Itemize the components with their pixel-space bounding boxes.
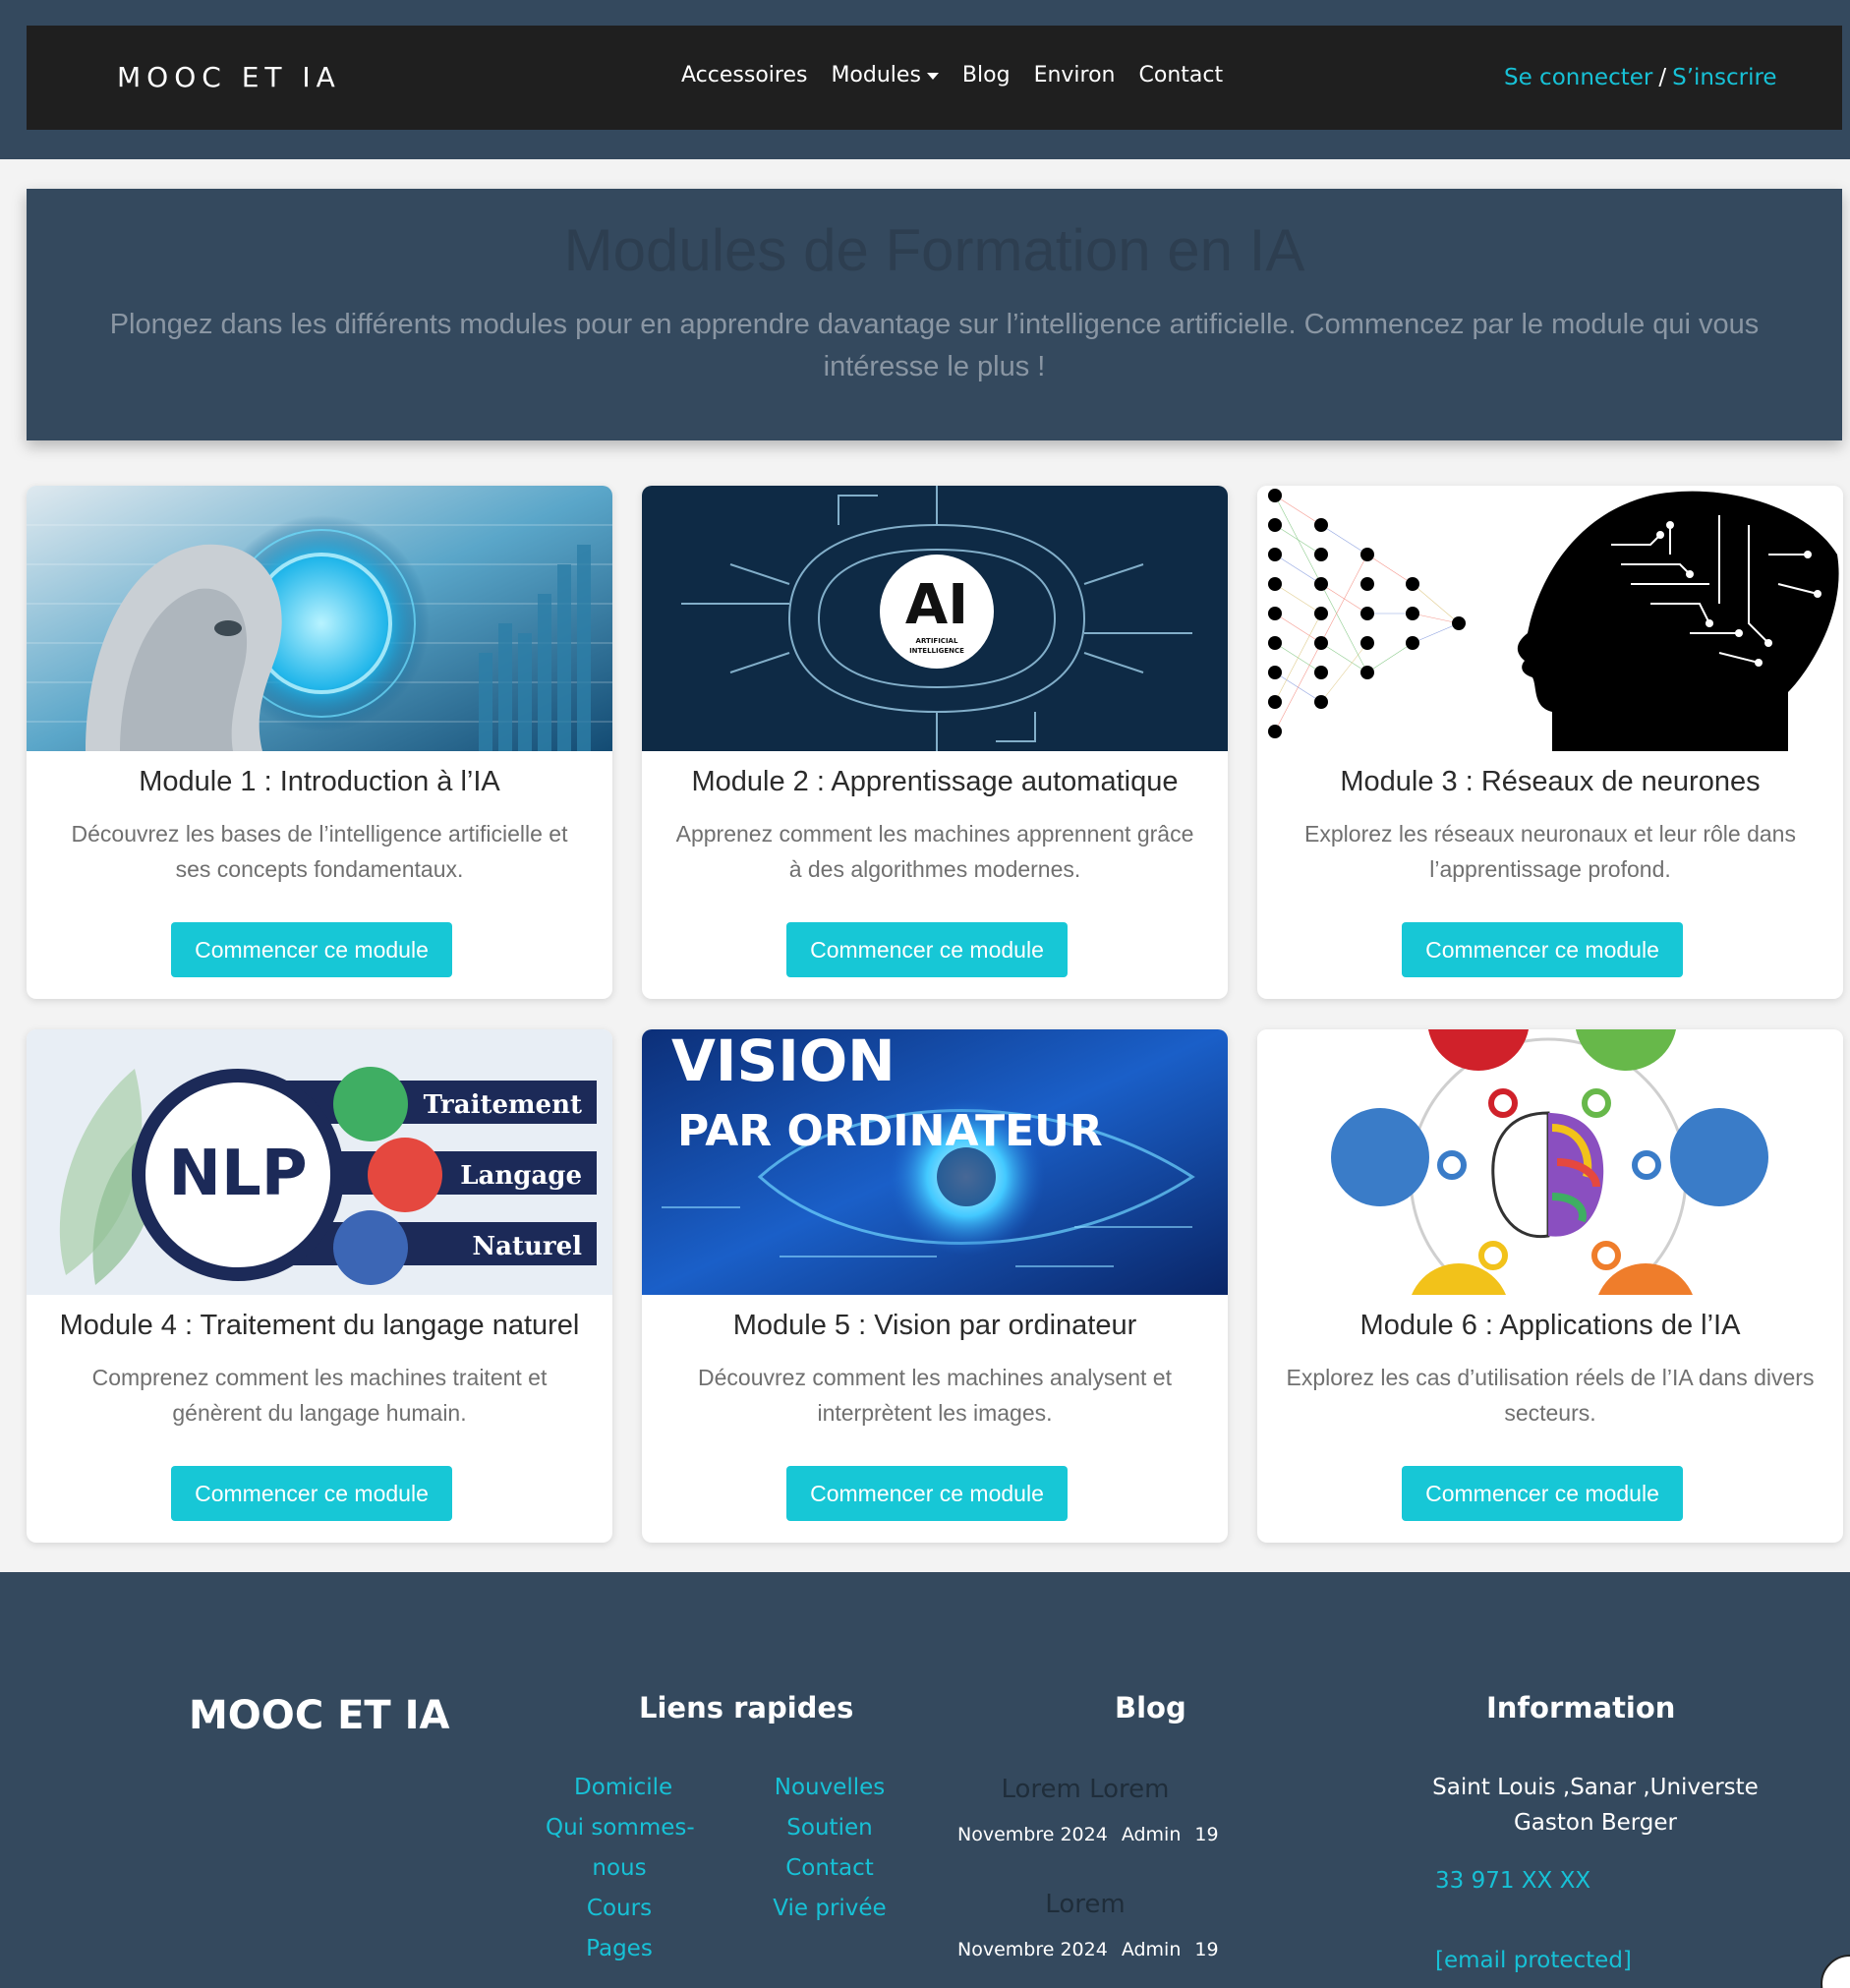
navbar: MOOC ET IA Accessoires Modules Blog Envi… (27, 26, 1842, 130)
module-1-title: Module 1 : Introduction à l’IA (139, 766, 500, 797)
footer-link-nouvelles[interactable]: Nouvelles (761, 1775, 898, 1800)
module-card-1: Module 1 : Introduction à l’IA Découvrez… (27, 486, 612, 999)
blog-post-1-author: Admin (1121, 1824, 1182, 1845)
module-2-description: Apprenez comment les machines apprennent… (675, 821, 1194, 882)
footer-quick-links-heading: Liens rapides (639, 1691, 854, 1725)
hero-banner: Modules de Formation en IA Plongez dans … (27, 189, 1842, 440)
footer-blog-heading: Blog (1115, 1691, 1186, 1725)
nav-link-blog[interactable]: Blog (962, 63, 1011, 88)
footer-link-qui-sommes-nous-cont[interactable]: nous (546, 1855, 693, 1881)
blog-post-1-count: 19 (1194, 1824, 1219, 1845)
nav-link-environ[interactable]: Environ (1034, 63, 1116, 88)
nav-link-contact[interactable]: Contact (1139, 63, 1224, 88)
page-subtitle: Plongez dans les différents modules pour… (109, 309, 1760, 382)
footer-blog-post-2-title[interactable]: Lorem (957, 1890, 1213, 1919)
module-6-image (1257, 1029, 1843, 1295)
module-card-6: Module 6 : Applications de l’IA Explorez… (1257, 1029, 1843, 1543)
blog-post-1-date: Novembre 2024 (957, 1824, 1108, 1845)
footer-link-domicile[interactable]: Domicile (574, 1775, 672, 1800)
footer-brand: MOOC ET IA (189, 1693, 450, 1738)
blog-post-2-author: Admin (1121, 1939, 1182, 1960)
footer-phone[interactable]: 33 971 XX XX (1435, 1868, 1590, 1894)
module-6-description: Explorez les cas d’utilisation réels de … (1286, 1365, 1815, 1426)
start-module-5-button[interactable]: Commencer ce module (786, 1466, 1068, 1521)
module-5-image-line1: VISION (671, 1029, 896, 1094)
nav-links: Accessoires Modules Blog Environ Contact (681, 63, 1246, 88)
module-2-image-sub2: INTELLIGENCE (909, 647, 964, 655)
start-module-1-button[interactable]: Commencer ce module (171, 922, 452, 977)
module-card-2: AI ARTIFICIAL INTELLIGENCE Module 2 : Ap… (642, 486, 1228, 999)
start-module-6-button[interactable]: Commencer ce module (1402, 1466, 1683, 1521)
footer-link-qui-sommes-nous[interactable]: Qui sommes- (546, 1815, 695, 1841)
login-link[interactable]: Se connecter (1504, 65, 1652, 90)
start-module-4-button[interactable]: Commencer ce module (171, 1466, 452, 1521)
module-3-image (1257, 486, 1843, 751)
page-title: Modules de Formation en IA (563, 217, 1305, 283)
footer-blog-post-1-meta: Novembre 2024 Admin 19 (957, 1824, 1233, 1845)
auth-links: Se connecter / S’inscrire (1504, 65, 1777, 90)
module-4-image-row3: Naturel (472, 1232, 582, 1261)
module-5-title: Module 5 : Vision par ordinateur (732, 1310, 1137, 1341)
blog-post-2-date: Novembre 2024 (957, 1939, 1108, 1960)
module-4-image-main: NLP (168, 1138, 307, 1210)
brand-logo[interactable]: MOOC ET IA (117, 61, 341, 93)
module-4-image-row2: Langage (460, 1161, 582, 1191)
module-5-image: VISION PAR ORDINATEUR (642, 1029, 1228, 1295)
module-card-3: Module 3 : Réseaux de neurones Explorez … (1257, 486, 1843, 999)
footer-address-line-1: Saint Louis ,Sanar ,Universte (1432, 1775, 1759, 1800)
module-2-title: Module 2 : Apprentissage automatique (691, 766, 1179, 797)
start-module-2-button[interactable]: Commencer ce module (786, 922, 1068, 977)
nav-link-accessoires[interactable]: Accessoires (681, 63, 807, 88)
module-4-title: Module 4 : Traitement du langage naturel (59, 1310, 580, 1341)
module-4-image-row1: Traitement (424, 1090, 582, 1120)
footer-email[interactable]: [email protected] (1435, 1948, 1632, 1973)
caret-down-icon (926, 73, 939, 80)
module-2-image-main: AI (905, 573, 968, 637)
module-3-title: Module 3 : Réseaux de neurones (1340, 766, 1761, 797)
register-link[interactable]: S’inscrire (1672, 65, 1776, 90)
footer-address-line-2: Gaston Berger (1513, 1810, 1678, 1836)
module-2-image: AI ARTIFICIAL INTELLIGENCE (642, 486, 1228, 751)
footer-blog-post-2-meta: Novembre 2024 Admin 19 (957, 1939, 1233, 1960)
nav-link-modules-label: Modules (831, 63, 921, 88)
module-4-image: NLP Traitement Langage Naturel (27, 1029, 612, 1295)
module-5-image-line2: PAR ORDINATEUR (677, 1106, 1103, 1156)
footer-blog-post-1-title[interactable]: Lorem Lorem (957, 1775, 1213, 1804)
footer-link-pages[interactable]: Pages (546, 1936, 693, 1961)
module-4-description: Comprenez comment les machines traitent … (91, 1365, 548, 1426)
module-5-description: Découvrez comment les machines analysent… (698, 1365, 1172, 1426)
footer-link-vie-privee[interactable]: Vie privée (761, 1896, 898, 1921)
module-1-image (27, 486, 612, 751)
module-2-image-sub1: ARTIFICIAL (916, 637, 958, 645)
auth-separator: / (1658, 65, 1667, 90)
module-card-4: NLP Traitement Langage Naturel Module 4 … (27, 1029, 612, 1543)
module-6-title: Module 6 : Applications de l’IA (1359, 1310, 1741, 1341)
module-3-description: Explorez les réseaux neuronaux et leur r… (1304, 821, 1796, 882)
module-card-5: VISION PAR ORDINATEUR Module 5 : Vision … (642, 1029, 1228, 1543)
blog-post-2-count: 19 (1194, 1939, 1219, 1960)
module-1-description: Découvrez les bases de l’intelligence ar… (71, 821, 568, 882)
footer-link-cours[interactable]: Cours (546, 1896, 693, 1921)
footer-information-heading: Information (1486, 1691, 1676, 1725)
nav-link-modules[interactable]: Modules (831, 63, 939, 88)
footer-link-contact[interactable]: Contact (761, 1855, 898, 1881)
footer-link-soutien[interactable]: Soutien (761, 1815, 898, 1841)
start-module-3-button[interactable]: Commencer ce module (1402, 922, 1683, 977)
footer: MOOC ET IA Liens rapides Domicile Qui so… (0, 1573, 1850, 1988)
